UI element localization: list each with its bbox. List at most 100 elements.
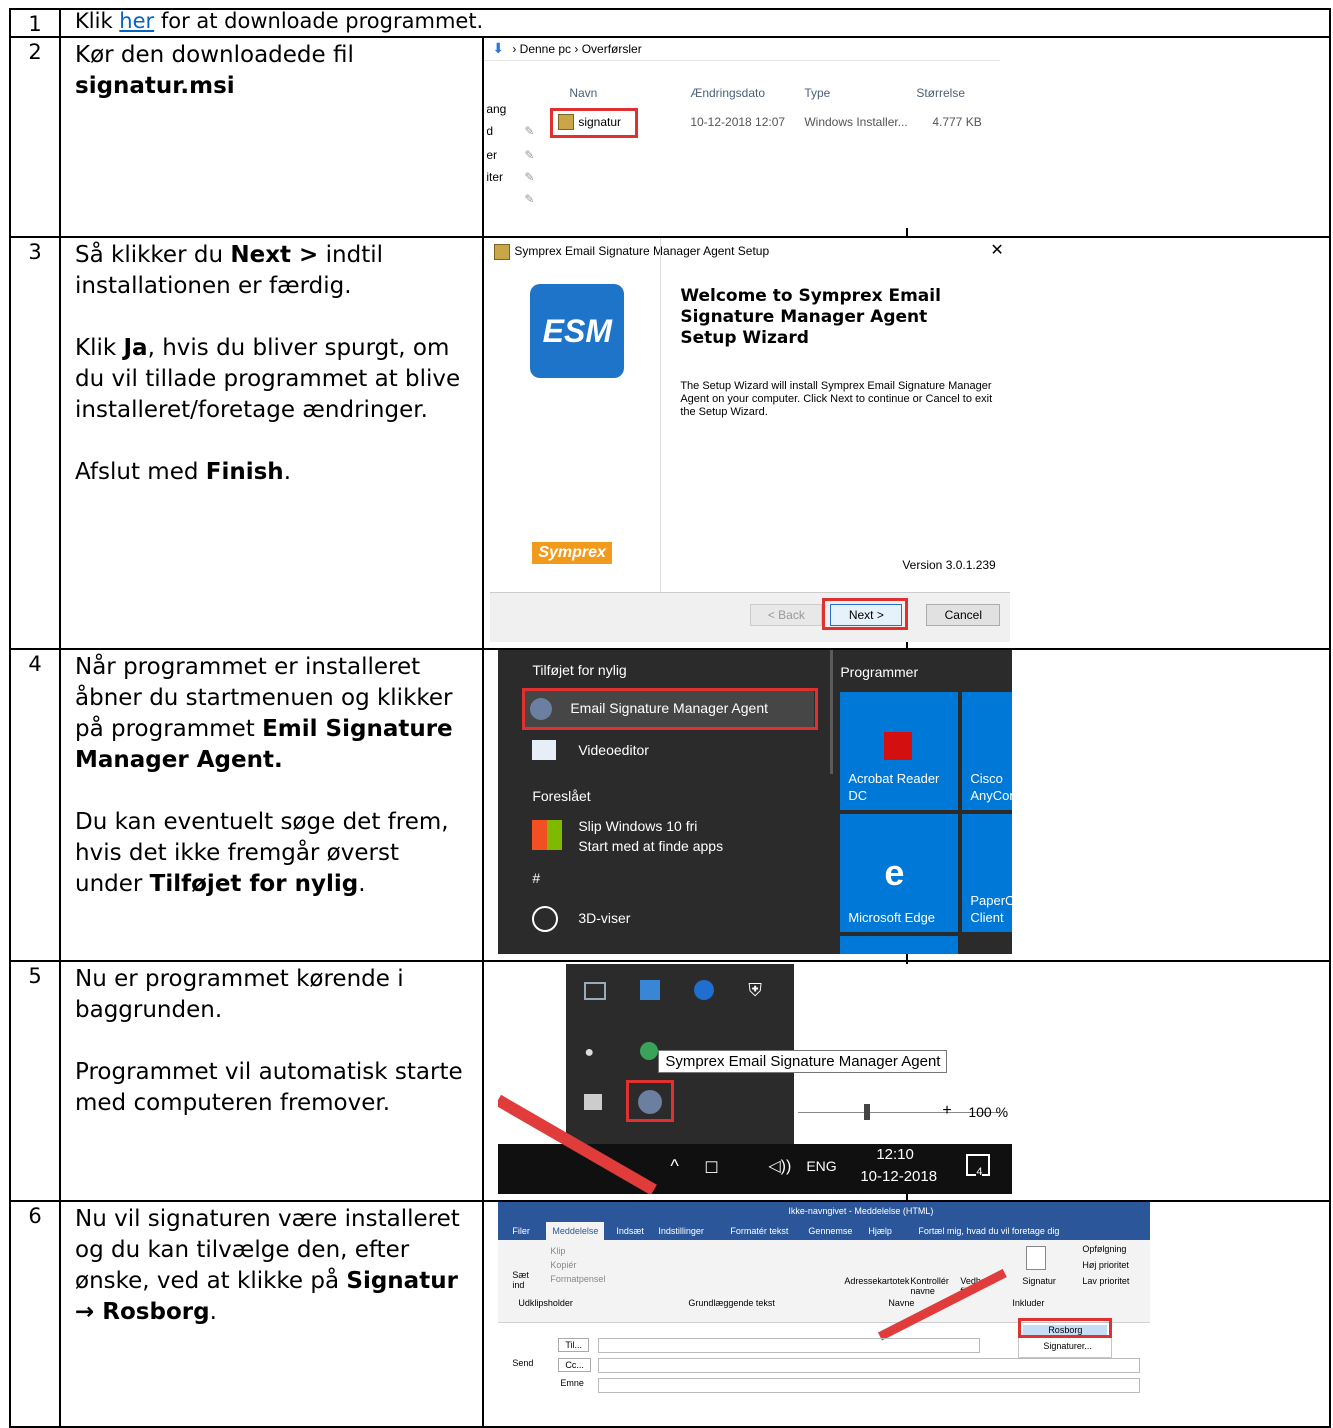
suggested-heading: Foreslået: [532, 788, 591, 804]
high-priority-button[interactable]: Høj prioritet: [1082, 1260, 1129, 1270]
step-3-text: Så klikker du Next > indtil installation…: [58, 236, 485, 650]
tab-review[interactable]: Gennemse: [808, 1226, 852, 1236]
highlight-box: [626, 1080, 675, 1122]
programs-heading: Programmer: [840, 664, 919, 680]
setup-wizard-screenshot: Symprex Email Signature Manager Agent Se…: [482, 236, 1011, 650]
start-menu-screenshot: Tilføjet for nylig Email Signature Manag…: [482, 648, 1013, 962]
window-title: Symprex Email Signature Manager Agent Se…: [514, 244, 770, 258]
breadcrumb-downloads[interactable]: Overførsler: [582, 42, 642, 56]
tray-icon[interactable]: [640, 980, 661, 1000]
video-icon: [532, 740, 557, 760]
tell-me-search[interactable]: Fortæl mig, hvad du vil foretage dig: [918, 1226, 1059, 1236]
download-link[interactable]: her: [119, 9, 154, 33]
step-5-text: Nu er programmet kørende i baggrunden. P…: [58, 960, 485, 1202]
wizard-heading: Welcome to Symprex Email Signature Manag…: [680, 286, 941, 348]
wizard-body: The Setup Wizard will install Symprex Em…: [680, 380, 993, 418]
subject-label: Emne: [560, 1378, 584, 1388]
tray-icon[interactable]: [584, 982, 607, 1000]
language-indicator[interactable]: ENG: [806, 1158, 836, 1174]
group-include: Inkluder: [1012, 1298, 1045, 1308]
back-button[interactable]: < Back: [750, 604, 823, 626]
highlight-box: [822, 598, 909, 630]
check-names-button[interactable]: Kontrollér navne: [910, 1276, 950, 1296]
cube-icon: [532, 906, 559, 932]
tab-format-text[interactable]: Formatér tekst: [730, 1226, 788, 1236]
send-button[interactable]: Send: [512, 1358, 533, 1368]
defender-icon[interactable]: ⛨: [748, 980, 762, 1001]
nav-item[interactable]: er: [486, 148, 497, 162]
tray-icon[interactable]: [640, 1042, 659, 1060]
chevron-up-icon[interactable]: ^: [670, 1156, 678, 1177]
clock-date[interactable]: 10-12-2018: [860, 1168, 937, 1185]
tile-papercut[interactable]: PaperCut Client: [962, 814, 1013, 932]
tab-file[interactable]: Filer: [512, 1226, 530, 1236]
group-basic-text: Grundlæggende tekst: [688, 1298, 775, 1308]
subject-field[interactable]: [598, 1378, 1141, 1393]
zoom-level: 100 %: [968, 1104, 1009, 1120]
step-number: 3: [9, 236, 61, 650]
installer-icon: [494, 244, 511, 260]
windows-logo-icon: [532, 820, 563, 850]
network-icon[interactable]: ☐: [704, 1158, 718, 1178]
outlook-screenshot: Ikke-navngivet - Meddelelse (HTML) Filer…: [482, 1200, 1331, 1428]
cc-button[interactable]: Cc...: [558, 1358, 591, 1372]
close-icon[interactable]: ✕: [990, 240, 1003, 260]
step-6-text: Nu vil signaturen være installeret og du…: [58, 1200, 485, 1428]
step-4-text: Når programmet er installeret åbner du s…: [58, 648, 485, 962]
tray-icon[interactable]: ●: [584, 1044, 594, 1062]
nav-item[interactable]: ang: [486, 102, 506, 116]
nav-item[interactable]: d: [486, 124, 493, 138]
signature-icon: [1026, 1246, 1047, 1270]
tab-help[interactable]: Hjælp: [868, 1226, 892, 1236]
address-book-button[interactable]: Adressekartotek: [844, 1276, 909, 1286]
tile-edge[interactable]: e Microsoft Edge: [840, 814, 959, 932]
notification-badge: 4: [976, 1166, 983, 1178]
tile-cisco[interactable]: Cisco AnyConn: [962, 692, 1013, 810]
step-2-text: Kør den downloadede fil signatur.msi: [58, 36, 485, 238]
follow-up-button[interactable]: Opfølgning: [1082, 1244, 1126, 1254]
tab-message[interactable]: Meddelelse: [546, 1222, 605, 1240]
format-painter-button[interactable]: Formatpensel: [550, 1274, 605, 1284]
breadcrumb-pc[interactable]: Denne pc: [520, 42, 571, 56]
copy-button[interactable]: Kopiér: [550, 1260, 576, 1270]
tab-insert[interactable]: Indsæt: [616, 1226, 644, 1236]
tooltip: Symprex Email Signature Manager Agent: [658, 1050, 948, 1073]
section-hash: #: [532, 870, 541, 886]
column-size[interactable]: Størrelse: [916, 86, 965, 100]
bluetooth-icon[interactable]: [694, 980, 715, 1000]
column-type[interactable]: Type: [804, 86, 830, 100]
column-date[interactable]: Ændringsdato: [690, 86, 765, 100]
pin-icon: ✎: [524, 148, 535, 162]
step-number: 5: [9, 960, 61, 1202]
paste-button[interactable]: Sæt ind: [512, 1270, 536, 1290]
tray-icon[interactable]: [584, 1094, 603, 1110]
cc-field[interactable]: [598, 1358, 1141, 1373]
tile-acrobat[interactable]: Acrobat Reader DC: [840, 692, 959, 810]
nav-item[interactable]: iter: [486, 170, 503, 184]
cancel-button[interactable]: Cancel: [926, 604, 1001, 626]
recent-heading: Tilføjet for nylig: [532, 662, 627, 678]
to-button[interactable]: Til...: [558, 1338, 589, 1352]
symprex-logo: Symprex: [532, 542, 612, 564]
pin-icon: ✎: [524, 124, 535, 138]
low-priority-button[interactable]: Lav prioritet: [1082, 1276, 1129, 1286]
zoom-slider-thumb[interactable]: [864, 1104, 871, 1120]
menu-item-signatures[interactable]: Signaturer...: [1043, 1341, 1092, 1351]
step-number: 4: [9, 648, 61, 962]
cut-button[interactable]: Klip: [550, 1246, 565, 1256]
zoom-in-icon[interactable]: +: [942, 1102, 951, 1120]
esm-logo: ESM: [530, 284, 625, 378]
clock-time[interactable]: 12:10: [876, 1146, 914, 1163]
highlight-box: [1018, 1318, 1113, 1338]
volume-icon[interactable]: ◁)): [768, 1156, 791, 1176]
edge-icon: e: [884, 852, 905, 893]
group-clipboard: Udklipsholder: [518, 1298, 573, 1308]
to-field[interactable]: [598, 1338, 981, 1353]
version-label: Version 3.0.1.239: [902, 558, 996, 572]
step-number: 1: [9, 8, 61, 38]
acrobat-icon: [884, 732, 913, 760]
tab-options[interactable]: Indstillinger: [658, 1226, 704, 1236]
column-name[interactable]: Navn: [569, 86, 597, 100]
tray-screenshot: ⛨ ● Symprex Email Signature Manager Agen…: [482, 960, 1013, 1202]
signature-button[interactable]: Signatur: [1022, 1276, 1056, 1286]
